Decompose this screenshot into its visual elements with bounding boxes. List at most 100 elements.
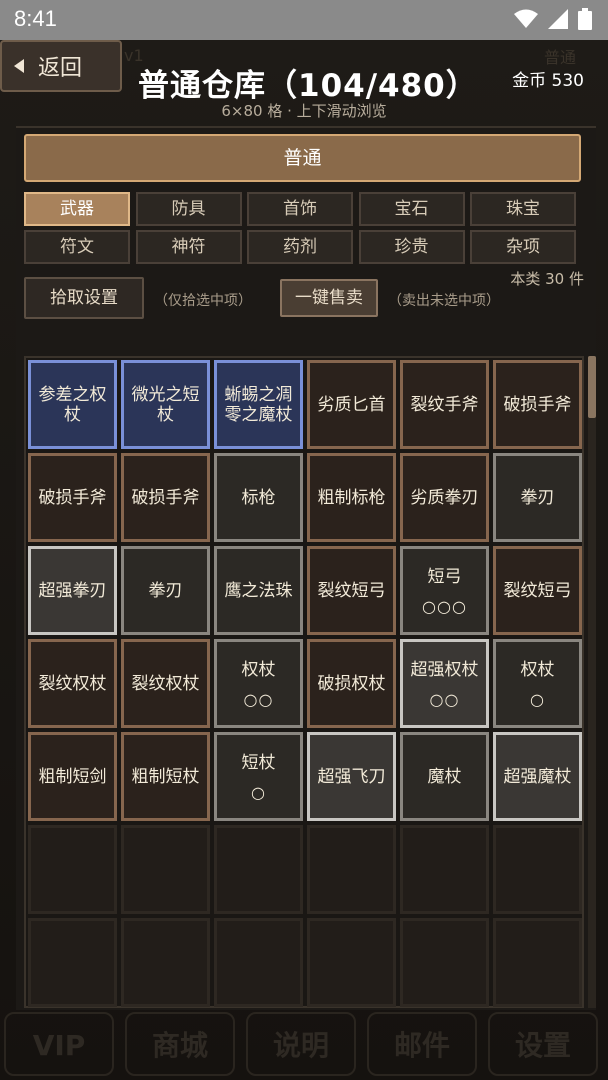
inventory-slot[interactable]: 粗制标枪	[307, 453, 396, 542]
empty-slot[interactable]	[307, 918, 396, 1007]
tab-8[interactable]: 珍贵	[358, 230, 465, 264]
item-name: 破损手斧	[131, 487, 200, 508]
item-name: 超强飞刀	[317, 766, 386, 787]
tab-5[interactable]: 符文	[24, 230, 130, 264]
empty-slot[interactable]	[28, 825, 117, 914]
item-name: 裂纹短弓	[503, 580, 572, 601]
item-name: 短杖	[241, 752, 276, 773]
item-name: 粗制短杖	[131, 766, 200, 787]
socket-dots: ○○	[429, 689, 460, 709]
socket-dots: ○	[530, 689, 545, 709]
page-subtitle: 6×80 格 · 上下滑动浏览	[221, 102, 387, 120]
inventory-slot[interactable]: 超强飞刀	[307, 732, 396, 821]
empty-slot[interactable]	[400, 918, 489, 1007]
empty-slot[interactable]	[307, 825, 396, 914]
tab-0[interactable]: 武器	[24, 192, 130, 226]
empty-slot[interactable]	[121, 825, 210, 914]
inventory-slot[interactable]: 权杖 ○	[493, 639, 582, 728]
item-name: 权杖	[241, 659, 276, 680]
inventory-slot[interactable]: 裂纹短弓	[493, 546, 582, 635]
item-name: 粗制标枪	[317, 487, 386, 508]
item-name: 破损手斧	[503, 394, 572, 415]
item-name: 超强魔杖	[503, 766, 572, 787]
inventory-slot[interactable]: 鹰之法珠	[214, 546, 303, 635]
inventory-slot[interactable]: 超强拳刃	[28, 546, 117, 635]
item-name: 超强权杖	[410, 659, 479, 680]
inventory-slot[interactable]: 标枪	[214, 453, 303, 542]
socket-dots: ○○○	[422, 596, 467, 616]
inventory-slot[interactable]: 裂纹权杖	[121, 639, 210, 728]
inventory-slot[interactable]: 超强魔杖	[493, 732, 582, 821]
item-grid: 参差之权杖 微光之短杖 蜥蜴之凋零之魔杖 劣质匕首 裂纹手斧 破损手斧 破损手斧 破损手斧 标枪…	[24, 356, 584, 1008]
status-time: 8:41	[14, 6, 57, 31]
inventory-slot[interactable]: 破损权杖	[307, 639, 396, 728]
inventory-slot[interactable]: 魔杖	[400, 732, 489, 821]
inventory-slot[interactable]: 破损手斧	[121, 453, 210, 542]
item-name: 微光之短杖	[131, 384, 200, 425]
inventory-slot[interactable]: 短杖 ○	[214, 732, 303, 821]
sell-all-button[interactable]: 一键售卖	[280, 279, 378, 317]
empty-slot[interactable]	[400, 825, 489, 914]
grid-scrollbar[interactable]	[588, 356, 596, 1008]
empty-slot[interactable]	[214, 825, 303, 914]
background-tab: VIP	[4, 1012, 114, 1076]
item-name: 破损手斧	[38, 487, 107, 508]
background-tab: 商城	[125, 1012, 235, 1076]
inventory-slot[interactable]: 破损手斧	[493, 360, 582, 449]
item-name: 劣质匕首	[317, 394, 386, 415]
inventory-slot[interactable]: 权杖 ○○	[214, 639, 303, 728]
back-arrow-icon	[14, 59, 24, 73]
tab-7[interactable]: 药剂	[247, 230, 353, 264]
inventory-slot[interactable]: 微光之短杖	[121, 360, 210, 449]
item-name: 破损权杖	[317, 673, 386, 694]
pickup-settings-button[interactable]: 拾取设置	[24, 277, 144, 319]
item-name: 魔杖	[427, 766, 462, 787]
inventory-slot[interactable]: 劣质匕首	[307, 360, 396, 449]
inventory-slot[interactable]: 粗制短剑	[28, 732, 117, 821]
item-name: 粗制短剑	[38, 766, 107, 787]
inventory-slot[interactable]: 拳刃	[121, 546, 210, 635]
item-name: 裂纹权杖	[131, 673, 200, 694]
empty-slot[interactable]	[493, 918, 582, 1007]
gold-counter: 金币 530	[512, 71, 584, 91]
tab-1[interactable]: 防具	[135, 192, 242, 226]
sell-hint: （卖出未选中项）	[388, 293, 500, 309]
tab-2[interactable]: 首饰	[247, 192, 353, 226]
inventory-slot[interactable]: 拳刃	[493, 453, 582, 542]
tab-4[interactable]: 珠宝	[470, 192, 576, 226]
item-name: 短弓	[427, 566, 462, 587]
item-name: 裂纹手斧	[410, 394, 479, 415]
back-button[interactable]: 返回	[0, 40, 122, 92]
item-name: 劣质拳刃	[410, 487, 479, 508]
item-name: 拳刃	[520, 487, 555, 508]
category-bar[interactable]: 普通	[24, 134, 581, 182]
empty-slot[interactable]	[214, 918, 303, 1007]
inventory-slot[interactable]: 裂纹短弓	[307, 546, 396, 635]
background-label: 普通	[544, 48, 577, 67]
tab-6[interactable]: 神符	[135, 230, 242, 264]
scrollbar-thumb[interactable]	[588, 356, 596, 418]
inventory-slot[interactable]: 短弓 ○○○	[400, 546, 489, 635]
item-name: 裂纹权杖	[38, 673, 107, 694]
inventory-slot[interactable]: 参差之权杖	[28, 360, 117, 449]
item-name: 裂纹短弓	[317, 580, 386, 601]
inventory-slot[interactable]: 裂纹权杖	[28, 639, 117, 728]
socket-dots: ○	[251, 782, 266, 802]
empty-slot[interactable]	[28, 918, 117, 1007]
empty-slot[interactable]	[493, 825, 582, 914]
tab-3[interactable]: 宝石	[358, 192, 465, 226]
tab-9[interactable]: 杂项	[470, 230, 576, 264]
inventory-slot[interactable]: 破损手斧	[28, 453, 117, 542]
inventory-slot[interactable]: 超强权杖 ○○	[400, 639, 489, 728]
inventory-slot[interactable]: 劣质拳刃	[400, 453, 489, 542]
inventory-slot[interactable]: 裂纹手斧	[400, 360, 489, 449]
wifi-icon	[514, 9, 538, 28]
background-tab: 说明	[246, 1012, 356, 1076]
status-icons	[514, 8, 592, 30]
status-bar: 8:41	[0, 0, 608, 40]
inventory-slot[interactable]: 蜥蜴之凋零之魔杖	[214, 360, 303, 449]
empty-slot[interactable]	[121, 918, 210, 1007]
item-name: 权杖	[520, 659, 555, 680]
inventory-slot[interactable]: 粗制短杖	[121, 732, 210, 821]
battery-icon	[578, 8, 592, 30]
